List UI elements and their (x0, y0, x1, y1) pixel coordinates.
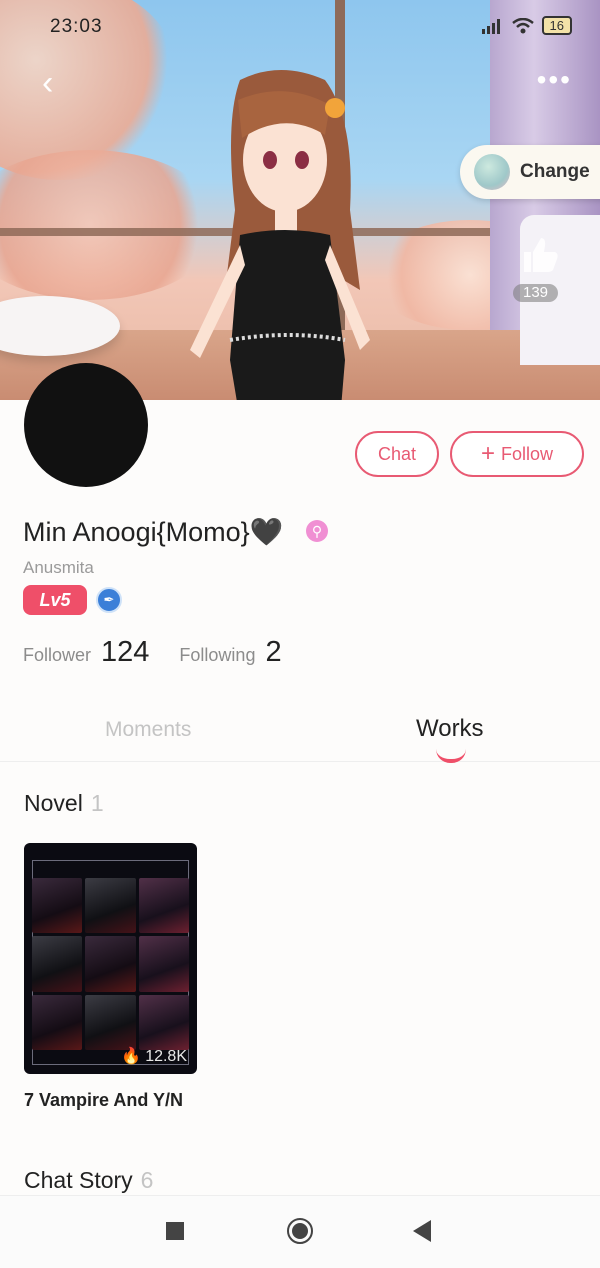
status-time: 23:03 (50, 16, 103, 37)
character-illustration (190, 70, 370, 400)
display-name: Min Anoogi{Momo}🖤 (23, 517, 284, 547)
level-badge[interactable]: Lv5 (23, 585, 87, 615)
like-count: 139 (513, 284, 559, 302)
follower-count[interactable]: 124 (101, 636, 149, 669)
follow-stats: Follower 124 Following 2 (23, 636, 312, 669)
back-icon[interactable]: ‹ (42, 66, 53, 100)
section-chat-story-count: 6 (140, 1167, 154, 1193)
signal-icon (481, 18, 500, 34)
character-thumbnail (474, 154, 510, 190)
cover-tile (32, 994, 83, 1050)
active-tab-indicator (436, 749, 466, 763)
follow-label: Follow (501, 443, 554, 464)
change-label: Change (520, 161, 590, 182)
section-novel-title: Novel 1 (24, 790, 104, 817)
system-navigation-bar (0, 1195, 600, 1268)
novel-title[interactable]: 7 Vampire And Y/N (24, 1090, 183, 1111)
novel-cover[interactable]: 🔥 12.8K (24, 843, 197, 1074)
follow-button[interactable]: + Follow (450, 431, 584, 477)
cover-tile (32, 878, 83, 934)
profile-tabs: Moments Works (0, 715, 600, 763)
more-icon[interactable]: ••• (537, 66, 572, 94)
ink-drop-badge-icon[interactable]: ✒ (96, 587, 122, 613)
like-icon[interactable] (520, 234, 560, 274)
wifi-icon (511, 17, 534, 33)
section-novel-count: 1 (90, 790, 104, 816)
tab-works[interactable]: Works (416, 715, 484, 743)
flame-icon: 🔥 (121, 1048, 142, 1065)
cover-tile (32, 936, 83, 992)
plus-icon: + (480, 440, 495, 467)
chat-label: Chat (377, 443, 417, 464)
follower-label[interactable]: Follower (23, 645, 91, 666)
status-icons: 16 (481, 16, 572, 35)
tab-moments[interactable]: Moments (105, 718, 191, 742)
cover-tile (85, 936, 136, 992)
gender-badge: ⚲ (306, 520, 328, 542)
home-icon[interactable] (287, 1218, 313, 1244)
cover-tile (85, 878, 136, 934)
hot-count: 🔥 12.8K (121, 1046, 187, 1066)
section-novel-label: Novel (24, 790, 83, 816)
battery-icon: 16 (541, 16, 572, 35)
back-triangle-icon[interactable] (413, 1220, 431, 1242)
section-chat-story-label: Chat Story (24, 1167, 133, 1193)
username: Anusmita (23, 558, 94, 577)
section-chat-story-title: Chat Story 6 (24, 1167, 153, 1194)
cover-tile (138, 936, 189, 992)
avatar[interactable] (24, 363, 148, 487)
recent-apps-icon[interactable] (166, 1222, 184, 1240)
cover-tile (138, 994, 189, 1050)
cover-tile (138, 878, 189, 934)
change-cover-button[interactable]: Change (460, 145, 600, 199)
hot-count-value: 12.8K (145, 1048, 187, 1065)
chat-button[interactable]: Chat (355, 431, 439, 477)
following-count[interactable]: 2 (265, 636, 281, 669)
cover-collage (32, 878, 189, 1050)
following-label[interactable]: Following (179, 645, 255, 666)
profile-cover (0, 0, 600, 400)
cover-tile (85, 994, 136, 1050)
